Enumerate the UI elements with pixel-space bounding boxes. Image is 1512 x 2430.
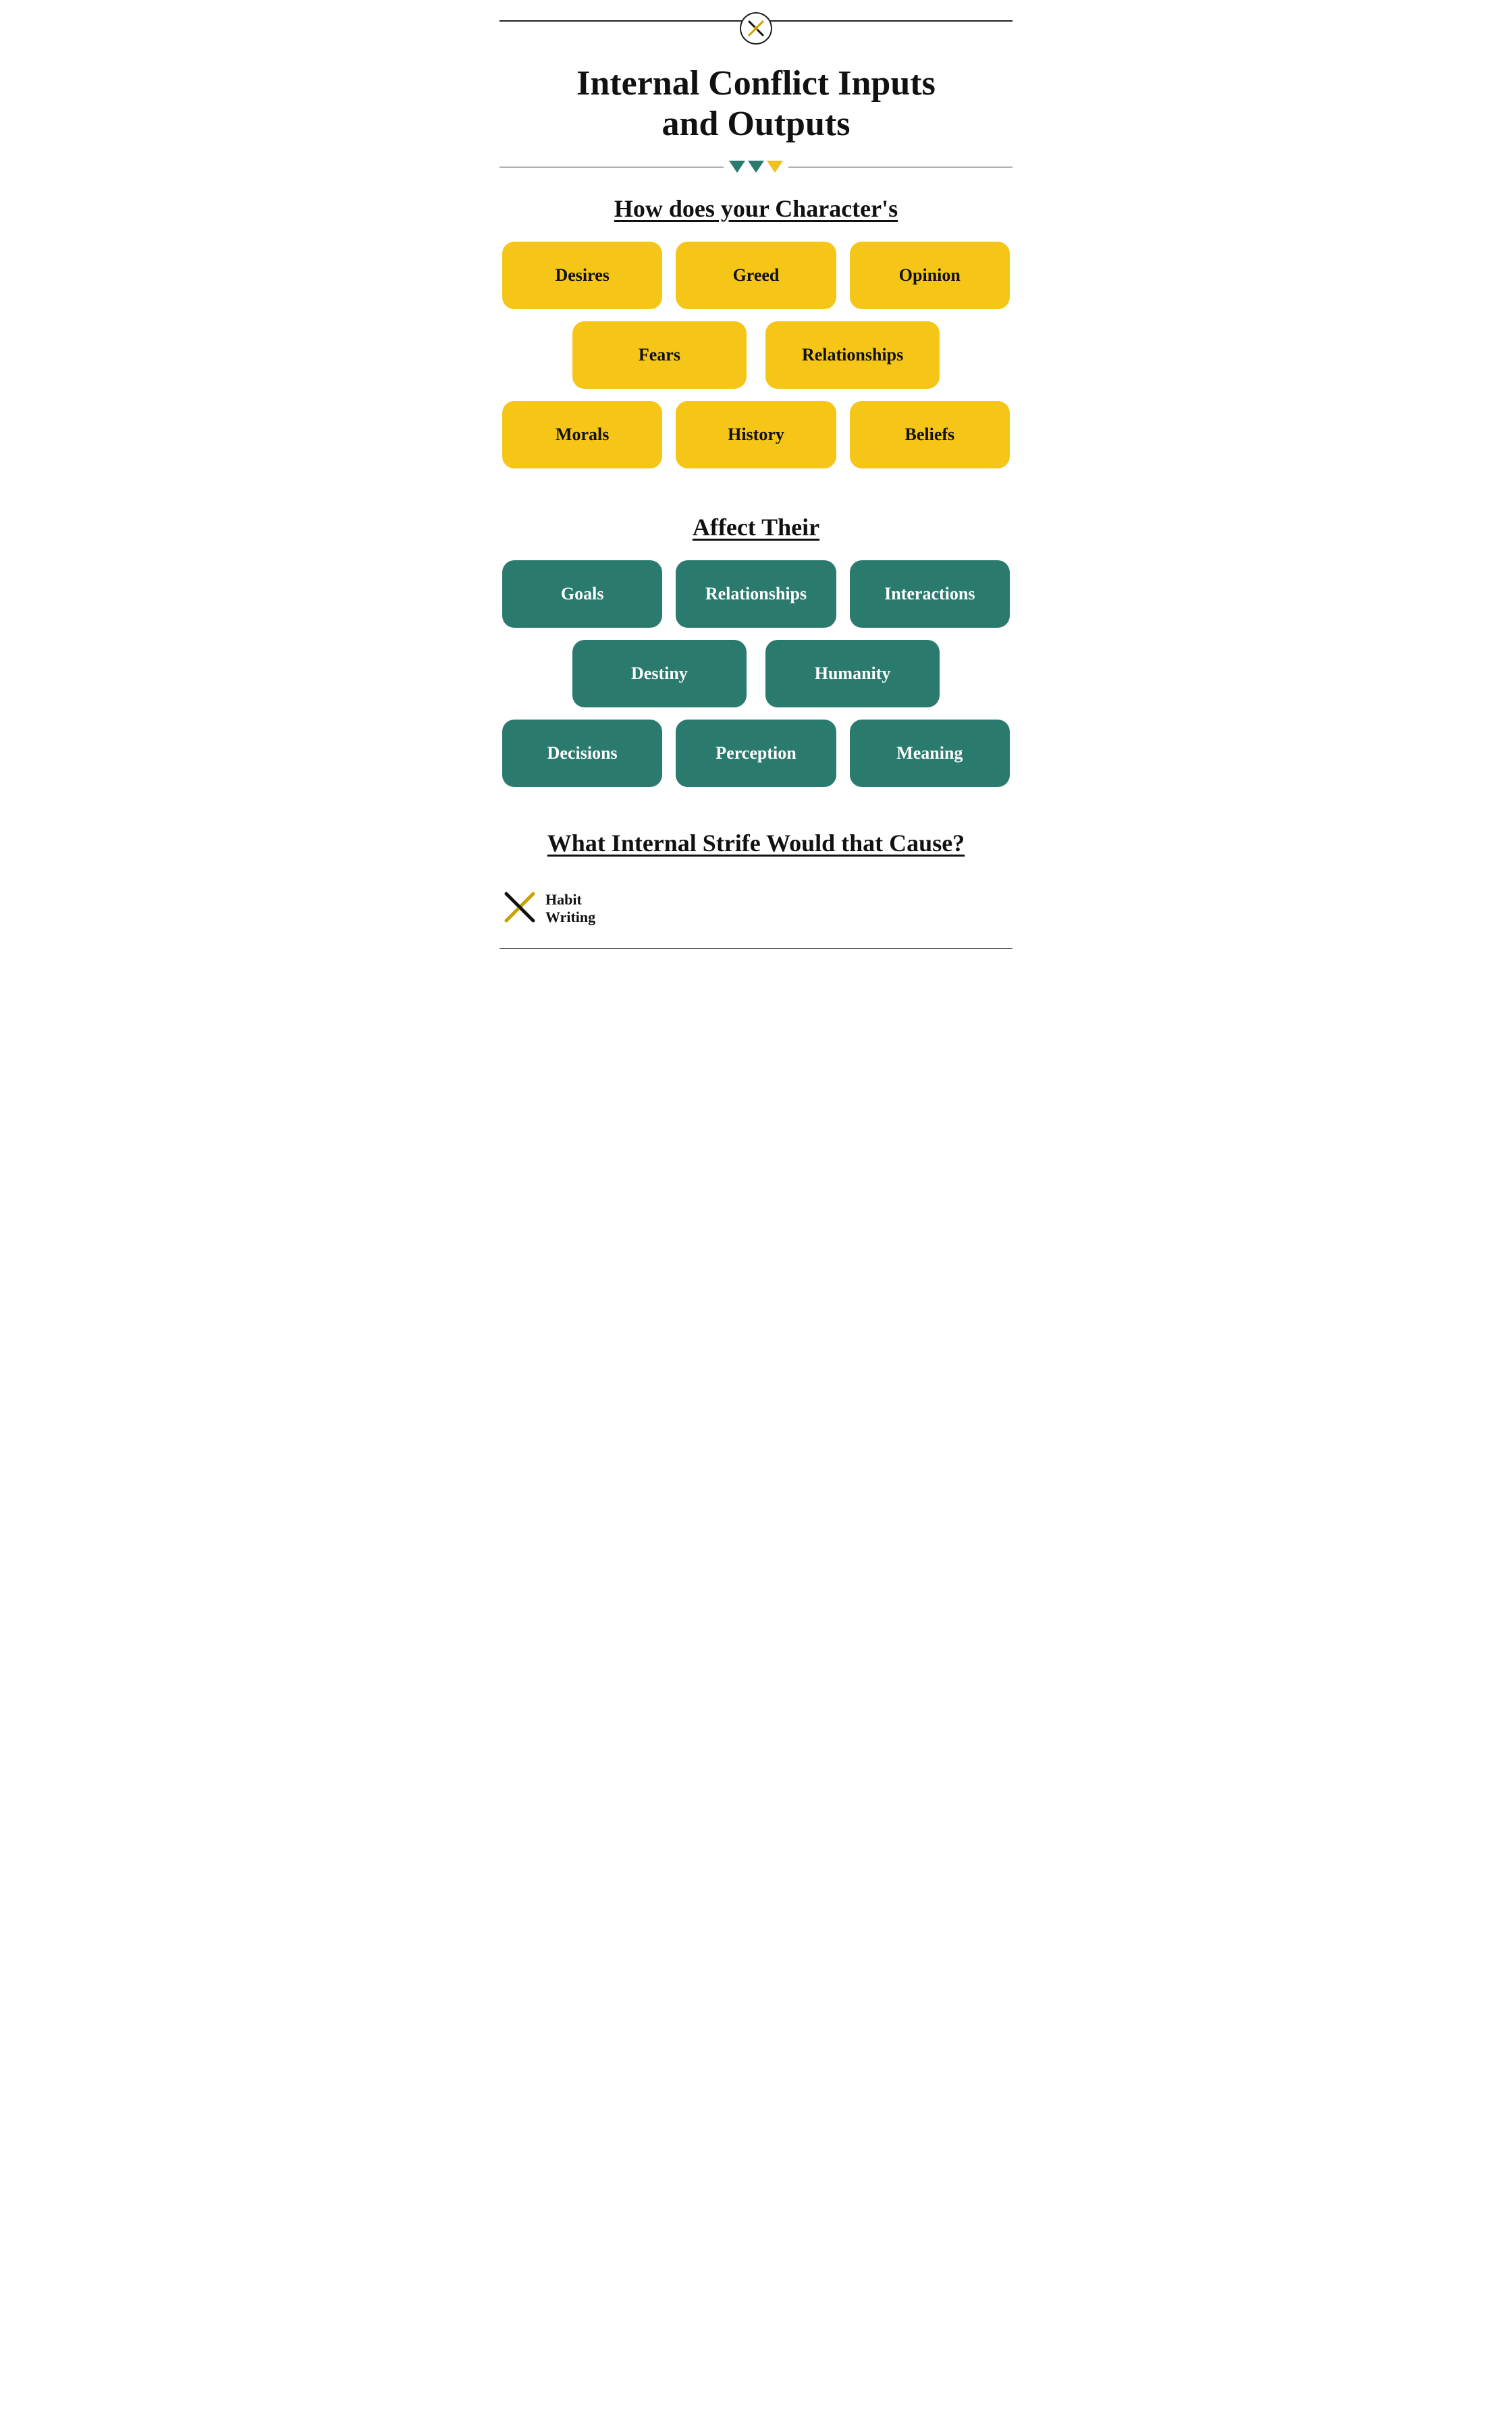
btn-interactions: Interactions [850,560,1010,628]
logo-icon [746,18,766,38]
btn-history: History [676,401,836,468]
inputs-row3: Morals History Beliefs [502,401,1010,468]
btn-greed: Greed [676,242,836,309]
inputs-section: Desires Greed Opinion Fears Relationship… [473,231,1040,491]
arrows-center [724,161,788,173]
btn-humanity: Humanity [765,640,940,707]
brand-text: Habit Writing [545,891,595,927]
section1-title: How does your Character's [513,194,999,223]
btn-beliefs: Beliefs [850,401,1010,468]
section2-title: Affect Their [513,513,999,541]
page: Internal Conflict Inputs and Outputs How… [473,0,1040,976]
bottom-branding: Habit Writing [473,863,1040,942]
section2-heading: Affect Their [473,491,1040,549]
outputs-row1: Goals Relationships Interactions [502,560,1010,628]
top-decoration [473,0,1040,45]
btn-relationships-output: Relationships [676,560,836,628]
btn-fears: Fears [572,321,747,389]
section3-title: What Internal Strife Would that Cause? [513,829,999,857]
btn-perception: Perception [676,720,836,787]
btn-meaning: Meaning [850,720,1010,787]
section1-heading: How does your Character's [473,173,1040,231]
top-logo-circle [740,12,772,45]
btn-relationships-input: Relationships [765,321,940,389]
inputs-row1: Desires Greed Opinion [502,242,1010,309]
title-section: Internal Conflict Inputs and Outputs [473,45,1040,144]
btn-decisions: Decisions [502,720,662,787]
btn-morals: Morals [502,401,662,468]
outputs-row3: Decisions Perception Meaning [502,720,1010,787]
btn-desires: Desires [502,242,662,309]
arrow-teal-right [748,161,764,173]
outputs-row2: Destiny Humanity [502,640,1010,707]
brand-logo-svg [502,890,537,925]
main-title: Internal Conflict Inputs and Outputs [513,63,999,144]
section3-heading: What Internal Strife Would that Cause? [473,810,1040,863]
divider-arrows [500,161,1013,173]
btn-opinion: Opinion [850,242,1010,309]
arrow-teal-left [729,161,745,173]
brand-icon [502,890,537,928]
inputs-row2: Fears Relationships [502,321,1010,389]
arrow-yellow [767,161,783,173]
bottom-line [500,948,1013,950]
btn-goals: Goals [502,560,662,628]
outputs-section: Goals Relationships Interactions Destiny… [473,549,1040,810]
btn-destiny: Destiny [572,640,747,707]
